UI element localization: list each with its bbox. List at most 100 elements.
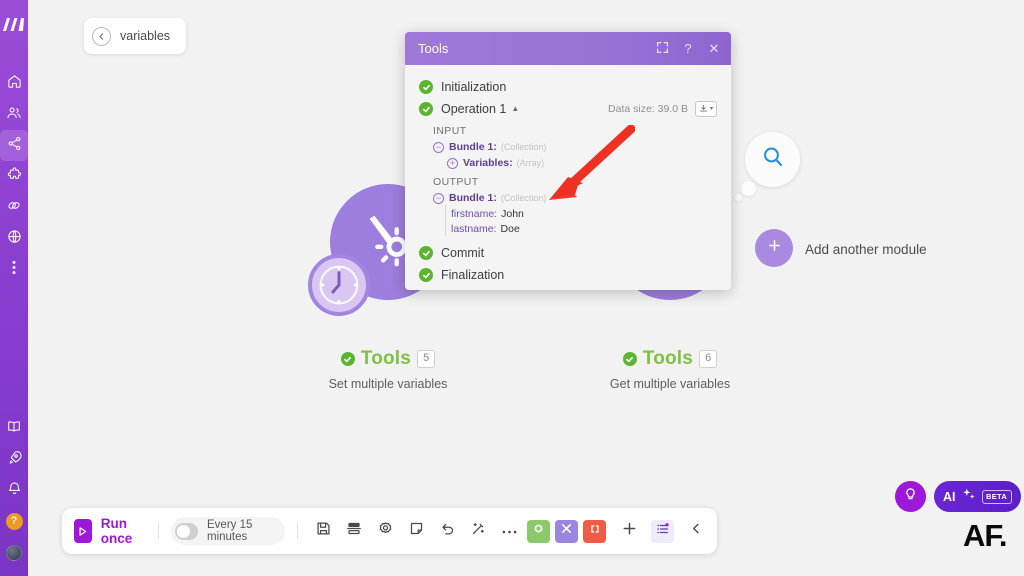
tools-execution-panel[interactable]: Tools ? ✕ Initialization Operation 1 ▲ D…: [405, 32, 731, 290]
output-bundle-row[interactable]: − Bundle 1: (Collection): [405, 190, 731, 206]
sidebar-item-templates[interactable]: [0, 161, 28, 192]
note-icon: [409, 521, 424, 541]
panel-header-buttons: ? ✕: [655, 40, 721, 56]
brackets-icon: [589, 522, 601, 540]
color-button-group: [527, 519, 606, 543]
node-type: (Collection): [500, 142, 547, 152]
align-button[interactable]: [345, 522, 363, 540]
more-button[interactable]: [500, 522, 518, 540]
sidebar-item-help[interactable]: ?: [0, 506, 28, 537]
step-operation-1[interactable]: Operation 1 ▲ Data size: 39.0 B ▾: [405, 98, 731, 120]
data-size-label: Data size: 39.0 B: [608, 103, 688, 115]
operation-meta: Data size: 39.0 B ▾: [608, 101, 717, 117]
step-finalization[interactable]: Finalization: [405, 264, 731, 286]
bell-icon: [7, 481, 22, 501]
breadcrumb[interactable]: variables: [84, 18, 187, 54]
step-commit[interactable]: Commit: [405, 242, 731, 264]
clock-badge-icon: [308, 254, 370, 316]
schedule-label: Every 15 minutes: [207, 519, 253, 543]
auto-align-button[interactable]: [469, 522, 487, 540]
filter-list-icon: [656, 522, 670, 541]
sidebar-item-whats-new[interactable]: [0, 444, 28, 475]
panel-header: Tools ? ✕: [405, 32, 731, 65]
left-sidebar: ?: [0, 0, 28, 576]
gear-icon: [378, 521, 393, 541]
back-arrow-icon[interactable]: [92, 26, 111, 46]
status-check-icon: [622, 352, 637, 366]
sidebar-item-notifications[interactable]: [0, 475, 28, 506]
step-initialization[interactable]: Initialization: [405, 76, 731, 98]
input-bundle-row[interactable]: − Bundle 1: (Collection): [405, 139, 731, 155]
status-check-icon: [340, 352, 355, 366]
sidebar-item-docs[interactable]: [0, 413, 28, 444]
collapse-button[interactable]: [687, 522, 705, 540]
leaf-key: firstname:: [451, 207, 498, 220]
input-section-label: INPUT: [433, 125, 467, 137]
module-search-bubble[interactable]: [745, 132, 800, 187]
module-title: Tools: [642, 348, 694, 369]
settings-button[interactable]: [376, 522, 394, 540]
explain-flow-button[interactable]: [527, 519, 550, 543]
chevron-left-icon: [690, 522, 703, 540]
avatar-icon: [6, 544, 22, 561]
chevron-up-icon[interactable]: ▲: [511, 105, 519, 113]
sidebar-item-home[interactable]: [0, 68, 28, 99]
sparkles-icon: [962, 487, 976, 506]
sidebar-item-account[interactable]: [0, 537, 28, 568]
add-another-module-button[interactable]: [755, 229, 793, 267]
make-logo-icon[interactable]: [0, 10, 28, 38]
notes-button[interactable]: [407, 522, 425, 540]
rocket-icon: [7, 450, 22, 470]
step-label: Operation 1: [441, 102, 507, 116]
module-caption: Tools 6 Get multiple variables: [520, 348, 820, 391]
ellipsis-icon: [502, 522, 517, 540]
step-label: Initialization: [441, 80, 507, 94]
add-module-button[interactable]: [620, 522, 638, 540]
brackets-button[interactable]: [583, 519, 606, 543]
watermark: AF.: [963, 518, 1007, 553]
leaf-value: Doe: [500, 222, 520, 235]
bubble-dot-small: [735, 194, 742, 201]
lightbulb-icon: [903, 487, 918, 507]
close-icon: ✕: [708, 40, 720, 56]
sidebar-item-scenarios[interactable]: [0, 130, 28, 161]
status-check-icon: [419, 246, 433, 260]
schedule-toggle[interactable]: [174, 522, 198, 540]
run-once-button[interactable]: Run once: [74, 516, 146, 546]
question-mark-icon: ?: [5, 513, 23, 530]
share-nodes-icon: [7, 136, 22, 156]
sidebar-item-webhooks[interactable]: [0, 223, 28, 254]
collapse-toggle-icon[interactable]: −: [433, 192, 444, 204]
node-key: Bundle 1:: [449, 192, 497, 204]
input-variables-row[interactable]: + Variables: (Array): [405, 155, 731, 171]
question-mark-icon: ?: [684, 41, 692, 56]
sidebar-item-connections[interactable]: [0, 192, 28, 223]
help-button[interactable]: ?: [681, 41, 695, 56]
status-check-icon: [419, 268, 433, 282]
step-label: Finalization: [441, 268, 505, 282]
tools-button[interactable]: [555, 519, 578, 543]
ai-label: AI: [943, 489, 956, 504]
expand-button[interactable]: [655, 41, 669, 56]
collapse-toggle-icon[interactable]: −: [433, 141, 444, 153]
toolbar-right-group: [620, 519, 705, 543]
sidebar-item-more[interactable]: [0, 254, 28, 285]
save-button[interactable]: [314, 522, 332, 540]
puzzle-icon: [7, 166, 22, 187]
sidebar-item-organization[interactable]: [0, 99, 28, 130]
filters-button[interactable]: [651, 519, 674, 543]
ai-assistant-button[interactable]: AI BETA: [934, 481, 1021, 512]
undo-button[interactable]: [438, 522, 456, 540]
expand-toggle-icon[interactable]: +: [447, 157, 458, 169]
module-badge: 5: [417, 350, 436, 368]
sidebar-nav: [0, 68, 28, 285]
module-caption: Tools 5 Set multiple variables: [238, 348, 538, 391]
plus-icon: [767, 238, 782, 258]
add-another-module-label: Add another module: [805, 242, 927, 257]
download-bundle-button[interactable]: ▾: [694, 101, 717, 117]
tips-button[interactable]: [895, 481, 926, 512]
globe-icon: [7, 229, 22, 249]
schedule-control[interactable]: Every 15 minutes: [170, 517, 286, 545]
close-button[interactable]: ✕: [707, 40, 721, 56]
chevron-down-icon: ▾: [709, 106, 713, 112]
